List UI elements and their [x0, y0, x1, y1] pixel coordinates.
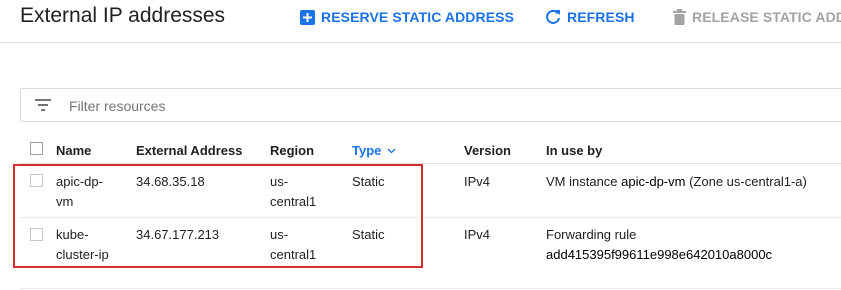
page-title: External IP addresses: [20, 4, 226, 27]
row-region: us-central1: [270, 174, 317, 209]
row-name[interactable]: apic-dp-vm: [56, 172, 116, 212]
row-divider: [20, 288, 841, 289]
reserve-static-address-button[interactable]: RESERVE STATIC ADDRESS: [300, 8, 514, 26]
row-address: 34.68.35.18: [136, 174, 205, 189]
page-header: External IP addresses RESERVE STATIC ADD…: [0, 0, 841, 43]
row-in-use-by: VM instance apic-dp-vm (Zone us-central1…: [546, 172, 807, 192]
add-box-icon: [300, 9, 315, 25]
in-use-target-link[interactable]: apic-dp-vm: [621, 174, 685, 189]
row-version: IPv4: [464, 227, 491, 242]
in-use-type: VM instance: [546, 174, 618, 189]
row-in-use-by: Forwarding rule add415395f99611e998e6420…: [546, 225, 772, 265]
chevron-down-icon: [387, 148, 396, 154]
in-use-target-link[interactable]: add415395f99611e998e642010a8000c: [546, 245, 772, 265]
row-divider: [20, 217, 841, 218]
release-static-address-label: RELEASE STATIC ADDR: [692, 9, 841, 25]
column-header-version[interactable]: Version: [464, 143, 511, 158]
row-type: Static: [352, 227, 385, 242]
row-checkbox[interactable]: [30, 228, 43, 241]
refresh-label: REFRESH: [567, 9, 635, 25]
filter-list-icon: [35, 98, 51, 116]
row-name[interactable]: kube-cluster-ip: [56, 225, 116, 265]
release-static-address-button[interactable]: RELEASE STATIC ADDR: [673, 8, 841, 26]
in-use-type: Forwarding rule: [546, 227, 637, 242]
row-checkbox[interactable]: [30, 174, 43, 187]
delete-icon: [673, 9, 686, 25]
select-all-checkbox[interactable]: [30, 142, 43, 155]
row-type: Static: [352, 174, 385, 189]
filter-input[interactable]: [67, 95, 671, 117]
column-header-type[interactable]: Type: [352, 143, 396, 158]
column-header-external-address[interactable]: External Address: [136, 143, 242, 158]
refresh-button[interactable]: REFRESH: [545, 8, 635, 26]
row-address: 34.67.177.213: [136, 227, 220, 242]
column-header-in-use-by[interactable]: In use by: [546, 143, 602, 158]
table-header-divider: [20, 163, 841, 164]
row-version: IPv4: [464, 174, 491, 189]
filter-bar[interactable]: [20, 88, 841, 122]
column-header-region[interactable]: Region: [270, 143, 314, 158]
external-ip-page: External IP addresses RESERVE STATIC ADD…: [0, 0, 841, 290]
reserve-static-address-label: RESERVE STATIC ADDRESS: [321, 9, 515, 25]
refresh-icon: [545, 9, 561, 25]
row-region: us-central1: [270, 227, 317, 262]
in-use-zone: (Zone us-central1-a): [689, 174, 807, 189]
column-header-type-label: Type: [352, 143, 382, 158]
column-header-name[interactable]: Name: [56, 143, 91, 158]
